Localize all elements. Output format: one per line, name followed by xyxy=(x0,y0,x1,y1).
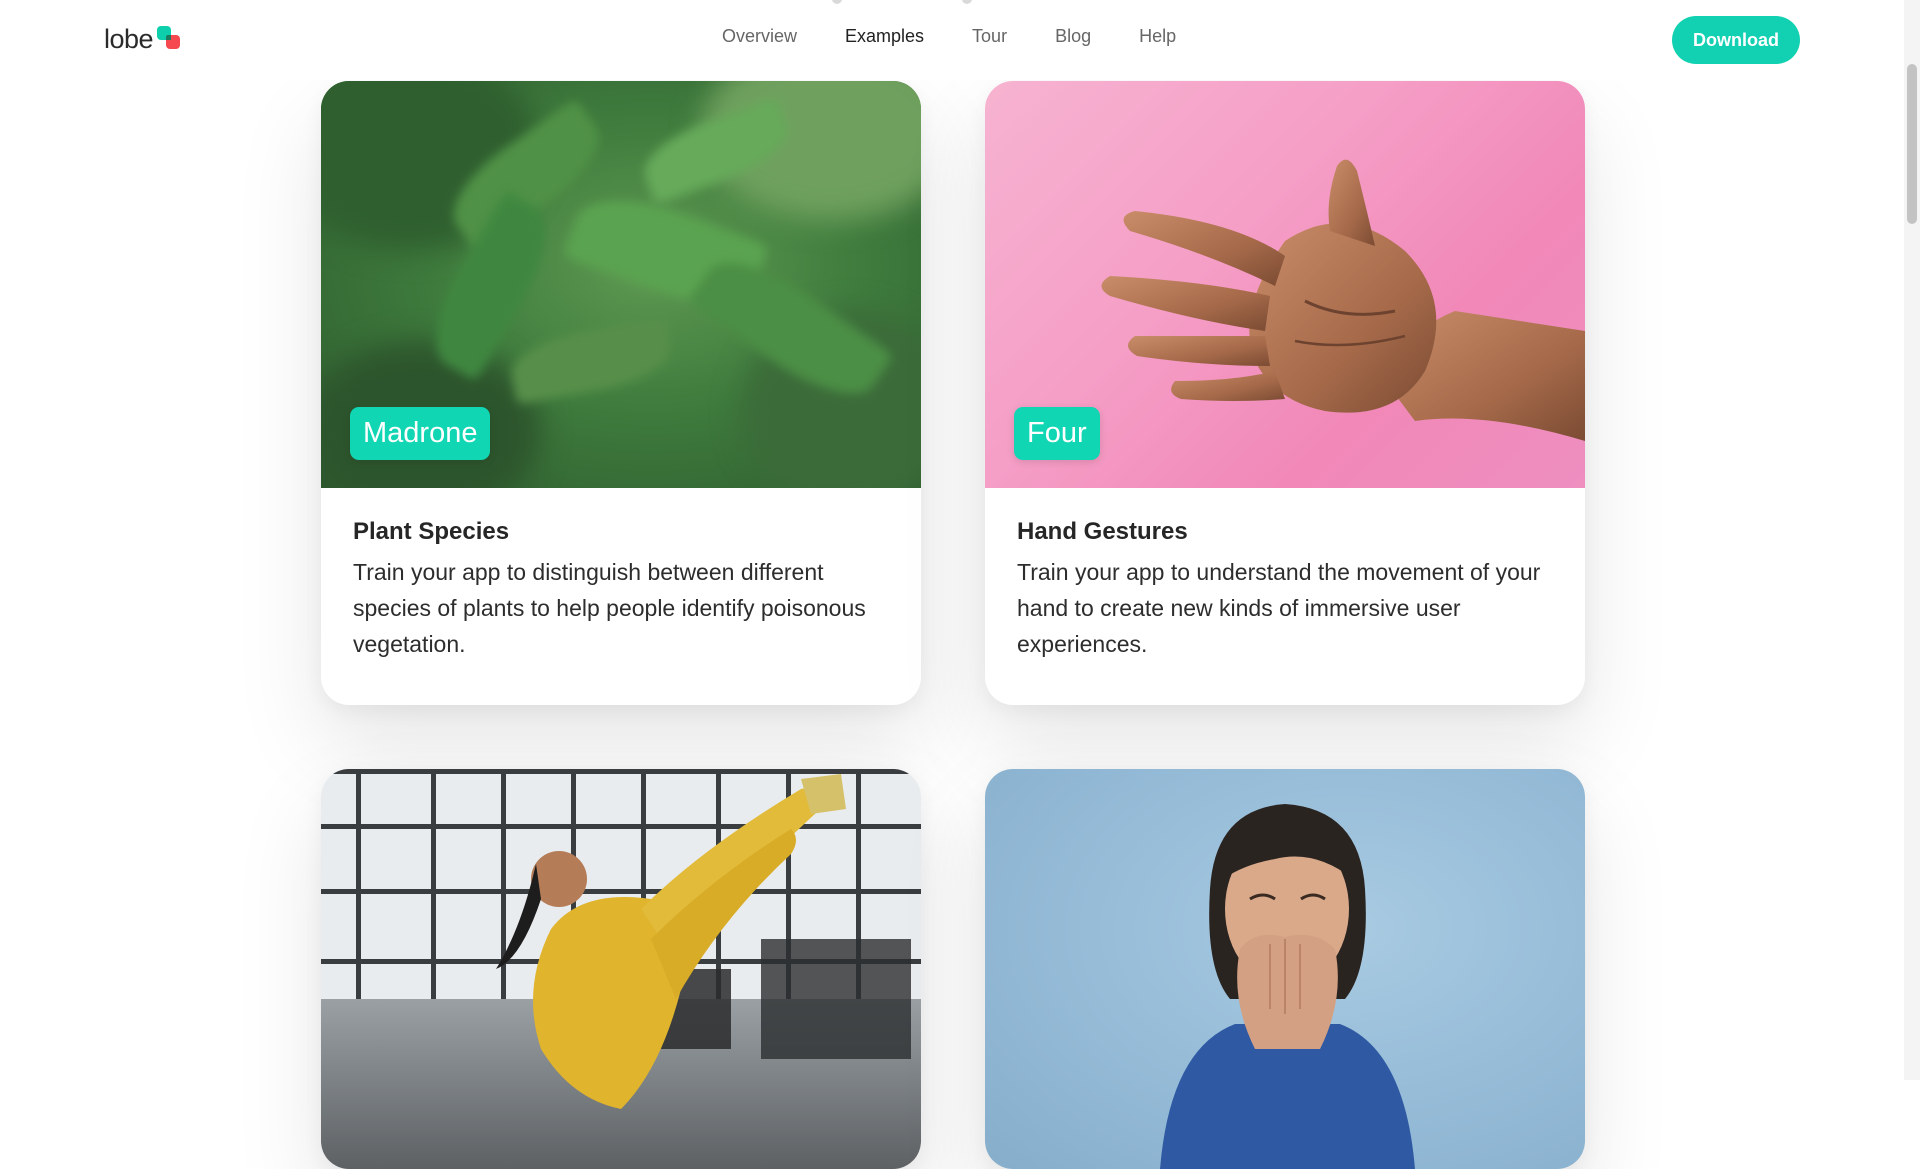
plant-leaves-photo: Madrone xyxy=(321,81,921,488)
card-title: Hand Gestures xyxy=(1017,518,1188,545)
example-card-gym[interactable] xyxy=(321,769,921,1169)
gym-exercise-photo xyxy=(321,769,921,1169)
carousel-dot xyxy=(962,0,972,4)
example-card-hand-gestures[interactable]: Four Hand Gestures Train your app to und… xyxy=(985,81,1585,705)
nav-blog[interactable]: Blog xyxy=(1055,26,1091,47)
card-description: Train your app to understand the movemen… xyxy=(1017,559,1541,657)
page-scrollbar[interactable] xyxy=(1904,0,1920,1080)
example-card-emotion[interactable] xyxy=(985,769,1585,1169)
example-card-plant-species[interactable]: Madrone Plant Species Train your app to … xyxy=(321,81,921,705)
hand-gesture-photo: Four xyxy=(985,81,1585,488)
site-header: lobe Overview Examples Tour Blog Help Do… xyxy=(0,0,1904,80)
download-button[interactable]: Download xyxy=(1672,16,1800,64)
nav-help[interactable]: Help xyxy=(1139,26,1176,47)
nav-examples[interactable]: Examples xyxy=(845,26,924,47)
laughing-woman-photo xyxy=(985,769,1585,1169)
card-title: Plant Species xyxy=(353,518,510,545)
nav-overview[interactable]: Overview xyxy=(722,26,797,47)
logo-mark-icon xyxy=(157,26,181,50)
prediction-label: Four xyxy=(1014,407,1100,460)
nav-tour[interactable]: Tour xyxy=(972,26,1007,47)
main-nav: Overview Examples Tour Blog Help xyxy=(722,26,1224,47)
logo-link[interactable]: lobe xyxy=(104,22,181,56)
logo-wordmark: lobe xyxy=(104,23,154,54)
scrollbar-thumb[interactable] xyxy=(1907,64,1917,224)
prediction-label: Madrone xyxy=(350,407,491,460)
carousel-dot xyxy=(832,0,842,4)
card-description: Train your app to distinguish between di… xyxy=(353,559,866,657)
